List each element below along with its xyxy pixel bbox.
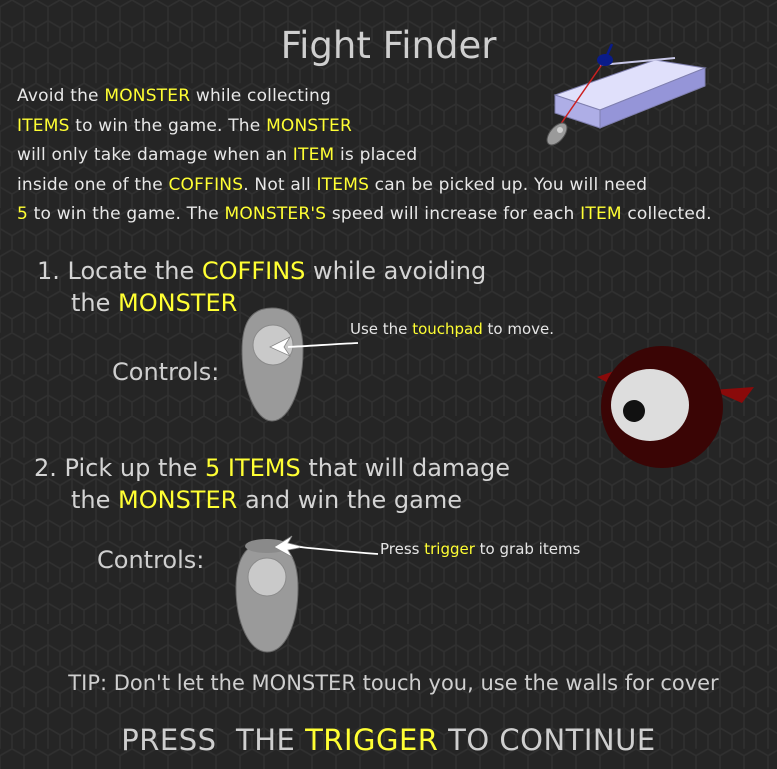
intro-line-5: 5 to win the game. The MONSTER'S speed w… xyxy=(17,204,712,224)
step-1-controls-label: Controls: xyxy=(112,358,220,386)
trigger-hint: Press trigger to grab items xyxy=(380,540,581,558)
step-2-controls-label: Controls: xyxy=(97,546,205,574)
intro-line-1: Avoid the MONSTER while collecting xyxy=(17,86,331,106)
tip-text: TIP: Don't let the MONSTER touch you, us… xyxy=(68,671,719,695)
touchpad-hint: Use the touchpad to move. xyxy=(350,320,555,338)
one-eyed-monster-icon xyxy=(597,346,754,468)
intro-line-4: inside one of the COFFINS. Not all ITEMS… xyxy=(17,174,648,195)
press-trigger-to-continue-prompt[interactable]: PRESS THE TRIGGER TO CONTINUE xyxy=(0,723,777,757)
intro-paragraph: Avoid the MONSTER while collecting ITEMS… xyxy=(17,82,712,230)
intro-line-2: ITEMS to win the game. The MONSTER xyxy=(17,115,352,136)
intro-line-3: will only take damage when an ITEM is pl… xyxy=(17,145,418,165)
vr-controller-trigger-icon xyxy=(235,535,379,653)
vr-controller-touchpad-icon xyxy=(241,307,359,422)
step-2-instruction: 2. Pick up the 5 ITEMS that will damage … xyxy=(34,454,511,514)
